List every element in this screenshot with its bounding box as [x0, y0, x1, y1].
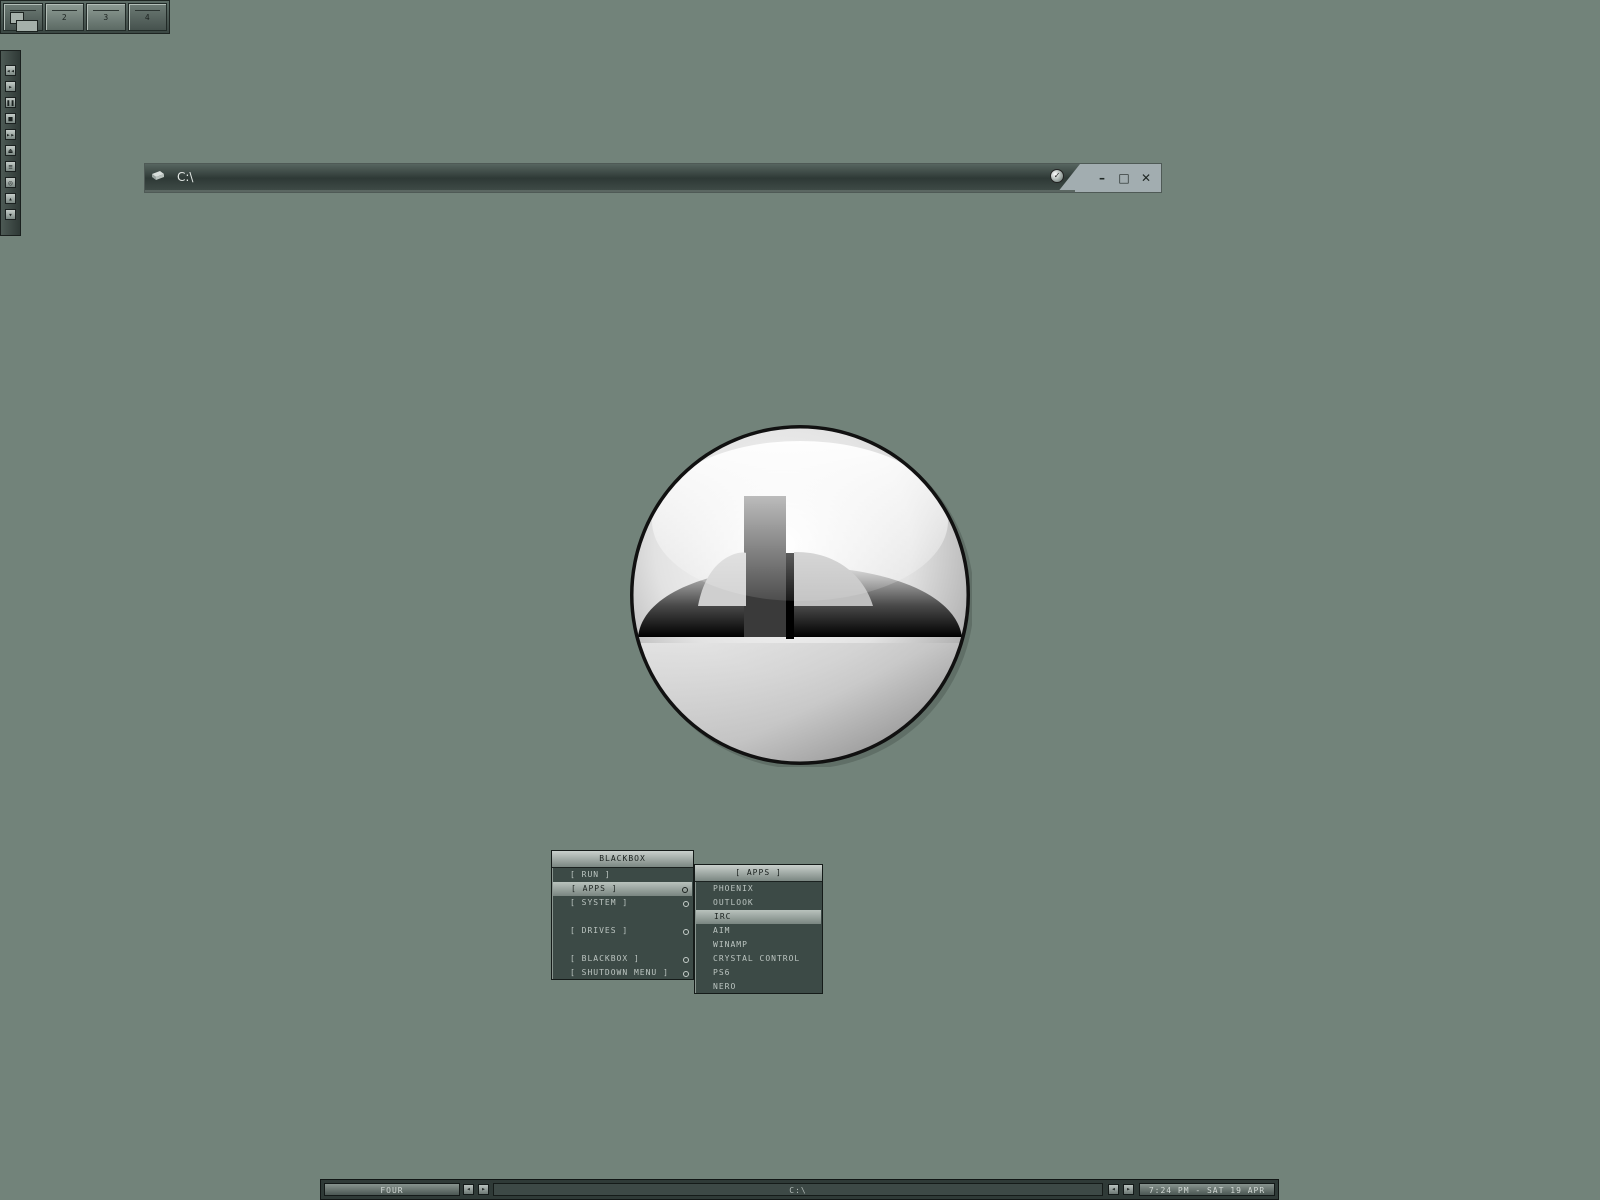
clock: 7:24 PM - SAT 19 APR	[1139, 1183, 1275, 1196]
menu-item-shutdown[interactable]: [ SHUTDOWN MENU ]	[552, 966, 693, 980]
submenu-indicator-icon	[683, 971, 689, 977]
playlist-icon[interactable]: ≡	[5, 161, 16, 172]
media-toolbar: ◂◂ ▸ ❚❚ ■ ▸▸ ⏏ ≡ ◎ ▴ ▾	[0, 50, 21, 236]
menu-item-outlook[interactable]: OUTLOOK	[695, 896, 822, 910]
workspace-4[interactable]: 4	[127, 3, 167, 31]
menu-item-label: [ BLACKBOX ]	[570, 954, 640, 963]
pause-icon[interactable]: ❚❚	[5, 97, 16, 108]
task-prev-button[interactable]: ◂	[1108, 1184, 1119, 1195]
fast-forward-icon[interactable]: ▸▸	[5, 129, 16, 140]
explorer-window: C:\ ✓ – □ ✕	[144, 163, 1162, 193]
stop-icon[interactable]: ■	[5, 113, 16, 124]
workspace-name[interactable]: FOUR	[324, 1183, 460, 1196]
menu-item-winamp[interactable]: WINAMP	[695, 938, 822, 952]
apps-submenu: [ APPS ] PHOENIX OUTLOOK IRC AIM WINAMP …	[694, 864, 823, 994]
menu-item-aim[interactable]: AIM	[695, 924, 822, 938]
submenu-indicator-icon	[683, 929, 689, 935]
submenu-title: [ APPS ]	[695, 865, 822, 882]
workspace-prev-button[interactable]: ◂	[463, 1184, 474, 1195]
volume-up-icon[interactable]: ▴	[5, 193, 16, 204]
pin-icon[interactable]: ✓	[1050, 169, 1064, 183]
menu-item-blackbox[interactable]: [ BLACKBOX ]	[552, 952, 693, 966]
menu-item-ps6[interactable]: PS6	[695, 966, 822, 980]
settings-icon[interactable]: ◎	[5, 177, 16, 188]
submenu-indicator-icon	[683, 901, 689, 907]
close-button[interactable]: ✕	[1137, 169, 1155, 187]
task-button[interactable]: C:\	[493, 1183, 1103, 1196]
taskbar: FOUR ◂ ▸ C:\ ◂ ▸ 7:24 PM - SAT 19 APR	[320, 1179, 1279, 1200]
window-title: C:\	[177, 170, 194, 184]
task-next-button[interactable]: ▸	[1123, 1184, 1134, 1195]
play-icon[interactable]: ▸	[5, 81, 16, 92]
menu-item-irc[interactable]: IRC	[696, 910, 821, 924]
submenu-indicator-icon	[682, 887, 688, 893]
menu-item-label: [ APPS ]	[571, 884, 618, 893]
titlebar-underline	[145, 190, 1075, 192]
menu-item-system[interactable]: [ SYSTEM ]	[552, 896, 693, 910]
rewind-icon[interactable]: ◂◂	[5, 65, 16, 76]
menu-title: BLACKBOX	[552, 851, 693, 868]
menu-item-nero[interactable]: NERO	[695, 980, 822, 994]
deviantart-logo-icon	[630, 425, 972, 767]
menu-item-run[interactable]: [ RUN ]	[552, 868, 693, 882]
window-thumbnail	[16, 20, 38, 32]
menu-item-phoenix[interactable]: PHOENIX	[695, 882, 822, 896]
window-titlebar[interactable]	[145, 164, 1080, 190]
menu-item-label: [ DRIVES ]	[570, 926, 629, 935]
minimize-button[interactable]: –	[1093, 169, 1111, 187]
menu-item-crystal-control[interactable]: CRYSTAL CONTROL	[695, 952, 822, 966]
workspace-3[interactable]: 3	[86, 3, 126, 31]
workspace-2[interactable]: 2	[44, 3, 84, 31]
workspace-1[interactable]	[3, 3, 43, 32]
menu-item-label: [ SYSTEM ]	[570, 898, 629, 907]
menu-item-apps[interactable]: [ APPS ]	[553, 882, 692, 896]
eject-icon[interactable]: ⏏	[5, 145, 16, 156]
menu-item-drives[interactable]: [ DRIVES ]	[552, 924, 693, 938]
drive-icon[interactable]	[151, 170, 165, 182]
menu-separator	[552, 938, 693, 952]
menu-separator	[552, 910, 693, 924]
menu-item-label: [ SHUTDOWN MENU ]	[570, 968, 669, 977]
menu-item-label: [ RUN ]	[570, 870, 611, 879]
volume-down-icon[interactable]: ▾	[5, 209, 16, 220]
submenu-indicator-icon	[683, 957, 689, 963]
workspace-next-button[interactable]: ▸	[478, 1184, 489, 1195]
blackbox-menu: BLACKBOX [ RUN ] [ APPS ] [ SYSTEM ] [ D…	[551, 850, 694, 980]
workspace-pager: 2 3 4	[0, 0, 170, 34]
maximize-button[interactable]: □	[1115, 169, 1133, 187]
